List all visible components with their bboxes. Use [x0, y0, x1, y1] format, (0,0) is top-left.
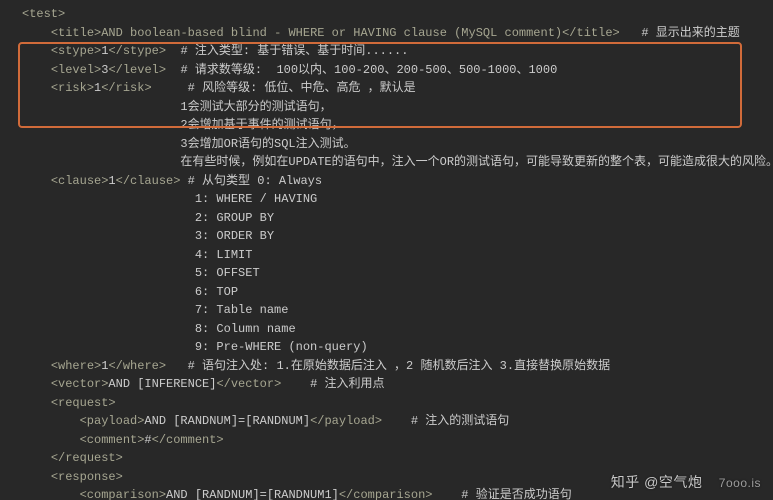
- code-line: 7: Table name: [22, 301, 765, 320]
- code-line: <stype>1</stype> # 注入类型: 基于错误、基于时间......: [22, 42, 765, 61]
- code-line: 1: WHERE / HAVING: [22, 190, 765, 209]
- code-line: <clause>1</clause> # 从句类型 0: Always: [22, 172, 765, 191]
- code-line: 4: LIMIT: [22, 246, 765, 265]
- watermark-zhihu: 知乎 @空气炮: [611, 474, 703, 490]
- code-line: <risk>1</risk> # 风险等级: 低位、中危、高危 ，默认是: [22, 79, 765, 98]
- code-line: 8: Column name: [22, 320, 765, 339]
- code-line: 2: GROUP BY: [22, 209, 765, 228]
- code-line: 5: OFFSET: [22, 264, 765, 283]
- code-line: 9: Pre-WHERE (non-query): [22, 338, 765, 357]
- code-line: 3会增加OR语句的SQL注入测试。: [22, 135, 765, 154]
- code-line: 2会增加基于事件的测试语句，: [22, 116, 765, 135]
- code-line: <payload>AND [RANDNUM]=[RANDNUM]</payloa…: [22, 412, 765, 431]
- code-line: <level>3</level> # 请求数等级: 100以内、100-200、…: [22, 61, 765, 80]
- watermark: 知乎 @空气炮 7ooo.is: [611, 473, 761, 493]
- code-line: <request>: [22, 394, 765, 413]
- code-line: 6: TOP: [22, 283, 765, 302]
- code-line: 在有些时候，例如在UPDATE的语句中，注入一个OR的测试语句，可能导致更新的整…: [22, 153, 765, 172]
- code-line: </request>: [22, 449, 765, 468]
- code-view: <test> <title>AND boolean-based blind - …: [0, 0, 773, 500]
- watermark-brand: 7ooo.is: [719, 476, 761, 490]
- code-line: 3: ORDER BY: [22, 227, 765, 246]
- code-line: <test>: [22, 5, 765, 24]
- code-line: <vector>AND [INFERENCE]</vector> # 注入利用点: [22, 375, 765, 394]
- code-line: <comment>#</comment>: [22, 431, 765, 450]
- code-line: 1会测试大部分的测试语句，: [22, 98, 765, 117]
- code-line: <where>1</where> # 语句注入处: 1.在原始数据后注入 ，2 …: [22, 357, 765, 376]
- code-line: <title>AND boolean-based blind - WHERE o…: [22, 24, 765, 43]
